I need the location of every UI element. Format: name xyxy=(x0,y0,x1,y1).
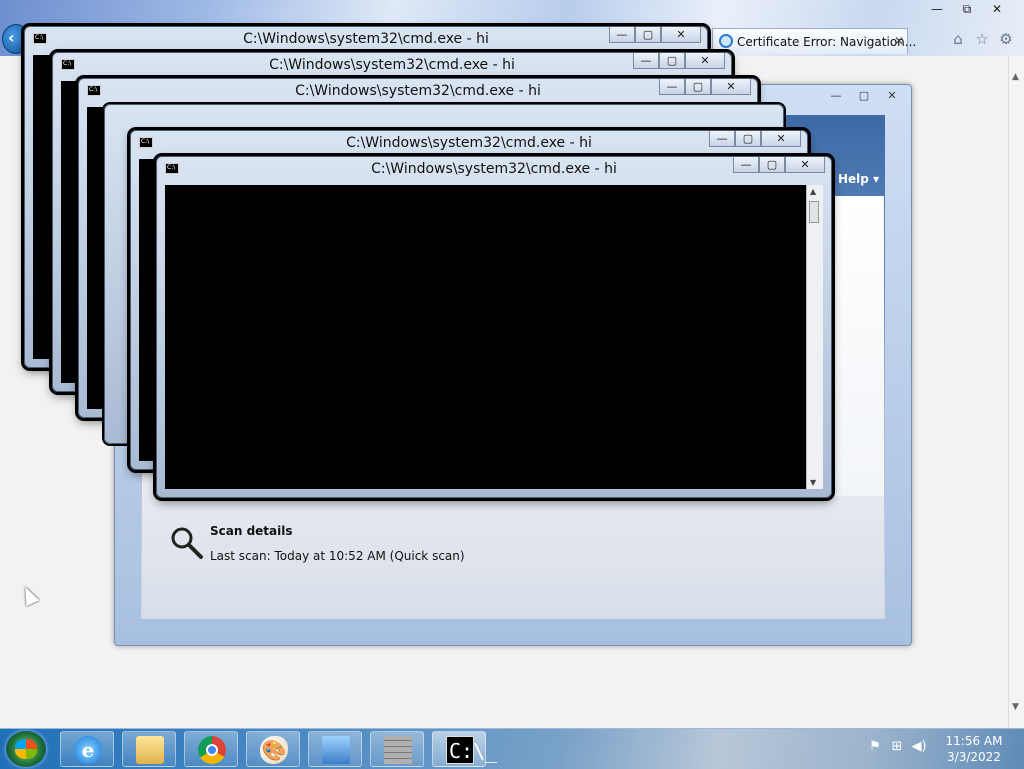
security-maximize-button[interactable]: ▢ xyxy=(851,87,877,105)
cmd-maximize-button[interactable]: ▢ xyxy=(685,79,711,95)
folder-icon xyxy=(136,736,164,764)
last-scan-text: Last scan: Today at 10:52 AM (Quick scan… xyxy=(210,549,465,563)
start-button[interactable] xyxy=(6,731,46,767)
cmd-window-title: C:\Windows\system32\cmd.exe - hi xyxy=(295,83,541,99)
taskbar-item-internet-explorer[interactable]: e xyxy=(60,731,114,767)
cmd-window-buttons: — ▢ ✕ xyxy=(609,27,701,45)
taskbar-item-remote-desktop[interactable] xyxy=(308,731,362,767)
taskbar-item-paint[interactable]: 🎨 xyxy=(246,731,300,767)
cmd-minimize-button[interactable]: — xyxy=(709,131,735,147)
taskbar-item-file-explorer[interactable] xyxy=(122,731,176,767)
browser-minimize-button[interactable]: — xyxy=(922,0,952,18)
cmd-minimize-button[interactable]: — xyxy=(633,53,659,69)
security-close-button[interactable]: ✕ xyxy=(879,87,905,105)
cmd-maximize-button[interactable]: ▢ xyxy=(659,53,685,69)
cmd-close-button[interactable]: ✕ xyxy=(711,79,751,95)
paint-icon: 🎨 xyxy=(260,736,288,764)
cmd-minimize-button[interactable]: — xyxy=(733,157,759,173)
firewall-icon xyxy=(384,736,412,764)
taskbar-item-firewall[interactable] xyxy=(370,731,424,767)
browser-close-button[interactable]: ✕ xyxy=(982,0,1012,18)
browser-toolbar: ⌂ ☆ ⚙ xyxy=(946,30,1022,50)
cmd-window-title: C:\Windows\system32\cmd.exe - hi xyxy=(371,161,617,177)
taskbar-item-command-prompt[interactable]: C:\_ xyxy=(432,731,497,767)
scroll-up-icon[interactable]: ▲ xyxy=(1012,72,1019,82)
back-arrow-icon: ‹ xyxy=(8,28,15,47)
cmd-close-button[interactable]: ✕ xyxy=(761,131,801,147)
cmd-console[interactable]: ▲ ▼ xyxy=(165,185,823,489)
clock-date: 3/3/2022 xyxy=(947,750,1001,764)
cmd-close-button[interactable]: ✕ xyxy=(661,27,701,43)
browser-tab-certificate-error[interactable]: Certificate Error: Navigation... ✕ xyxy=(712,28,916,54)
cmd-window-5[interactable]: C:\ C:\Windows\system32\cmd.exe - hi — ▢ ✕… xyxy=(156,156,832,498)
tab-close-icon[interactable]: ✕ xyxy=(894,34,904,48)
home-icon[interactable]: ⌂ xyxy=(946,30,970,48)
windows-logo-icon xyxy=(15,739,37,759)
system-clock[interactable]: 11:56 AM 3/3/2022 xyxy=(938,733,1010,765)
chrome-icon xyxy=(198,736,226,764)
cmd-window-title: C:\Windows\system32\cmd.exe - hi xyxy=(269,57,515,73)
scroll-down-icon[interactable]: ▼ xyxy=(1012,702,1019,712)
taskbar-item-chrome[interactable] xyxy=(184,731,238,767)
gear-icon[interactable]: ⚙ xyxy=(994,30,1018,48)
cmd-window-buttons: — ▢ ✕ xyxy=(733,157,825,175)
cmd-minimize-button[interactable]: — xyxy=(659,79,685,95)
cmd-maximize-button[interactable]: ▢ xyxy=(635,27,661,43)
taskbar: e 🎨 C:\_ ⚑ ⊞ ◀) 11:56 AM 3/3/2022 xyxy=(0,728,1024,769)
scroll-up-icon[interactable]: ▲ xyxy=(810,187,816,196)
browser-caption-buttons: — ⧉ ✕ xyxy=(922,0,1022,20)
security-minimize-button[interactable]: — xyxy=(823,87,849,105)
browser-scrollbar[interactable]: ▲ ▼ xyxy=(1008,56,1024,728)
cmd-scrollbar[interactable]: ▲ ▼ xyxy=(806,185,823,489)
cmd-minimize-button[interactable]: — xyxy=(609,27,635,43)
cmd-maximize-button[interactable]: ▢ xyxy=(759,157,785,173)
volume-icon[interactable]: ◀) xyxy=(908,739,930,754)
cmd-window-buttons: — ▢ ✕ xyxy=(659,79,751,97)
ie-icon: e xyxy=(74,736,102,764)
scroll-down-icon[interactable]: ▼ xyxy=(810,478,816,487)
cmd-window-buttons: — ▢ ✕ xyxy=(709,131,801,149)
cmd-window-title: C:\Windows\system32\cmd.exe - hi xyxy=(346,135,592,151)
clock-time: 11:56 AM xyxy=(945,734,1003,748)
security-window-buttons: — ▢ ✕ xyxy=(821,87,905,105)
cmd-close-button[interactable]: ✕ xyxy=(785,157,825,173)
system-tray: ⚑ ⊞ ◀) xyxy=(864,739,944,759)
scroll-thumb[interactable] xyxy=(809,201,819,223)
cmd-close-button[interactable]: ✕ xyxy=(685,53,725,69)
cmd-icon: C:\_ xyxy=(446,736,497,764)
star-icon[interactable]: ☆ xyxy=(970,30,994,48)
ie-tab-icon xyxy=(719,34,733,48)
remote-desktop-icon xyxy=(322,736,350,764)
network-icon[interactable]: ⊞ xyxy=(886,739,908,754)
cmd-window-title: C:\Windows\system32\cmd.exe - hi xyxy=(243,31,489,47)
flag-icon[interactable]: ⚑ xyxy=(864,739,886,754)
magnifier-icon xyxy=(171,527,203,559)
cmd-maximize-button[interactable]: ▢ xyxy=(735,131,761,147)
scan-details-title: Scan details xyxy=(210,524,293,538)
browser-tab-label: Certificate Error: Navigation... xyxy=(737,35,917,49)
cmd-window-buttons: — ▢ ✕ xyxy=(633,53,725,71)
help-menu[interactable]: Help ▾ xyxy=(838,172,879,186)
browser-restore-button[interactable]: ⧉ xyxy=(952,0,982,18)
